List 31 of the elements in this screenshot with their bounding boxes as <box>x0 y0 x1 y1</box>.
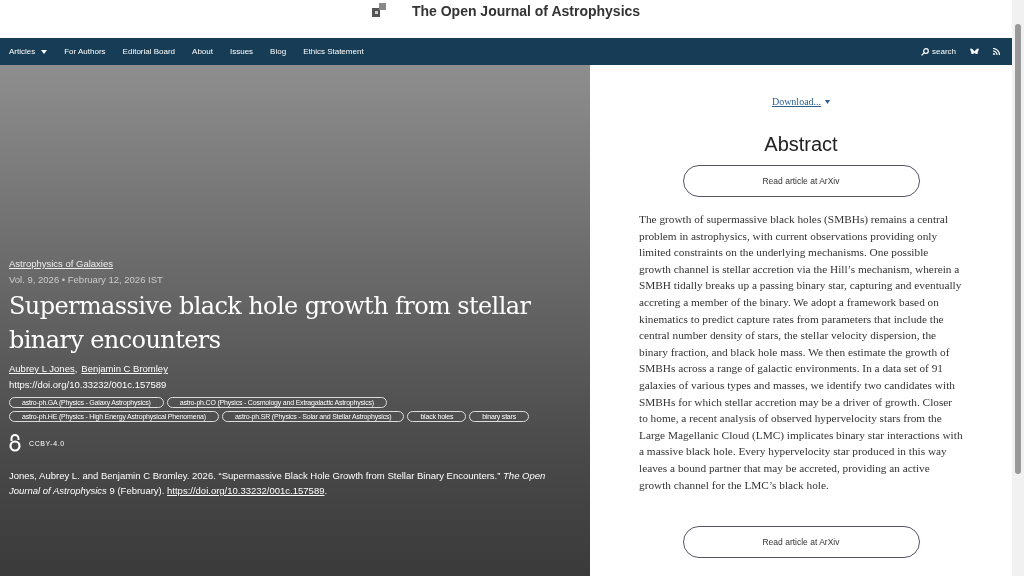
author-separator: , <box>74 363 78 374</box>
logo-icon[interactable] <box>371 3 386 19</box>
nav-link[interactable]: Editorial Board <box>122 47 176 56</box>
caret-icon <box>41 49 48 54</box>
nav-link[interactable]: Articles <box>9 47 48 56</box>
doi-text: https://doi.org/10.33232/001c.157589 <box>9 379 167 390</box>
scrollbar[interactable] <box>1012 0 1024 576</box>
author-link[interactable]: Aubrey L Jones <box>9 363 75 374</box>
section-link[interactable]: Astrophysics of Galaxies <box>9 258 113 269</box>
abstract-heading: Abstract <box>764 133 838 156</box>
arxiv-button[interactable]: Read article at ArXiv <box>682 526 920 559</box>
site-title[interactable]: The Open Journal of Astrophysics <box>411 3 641 19</box>
nav-link[interactable]: Ethics Statement <box>303 47 364 56</box>
nav-link[interactable]: For Authors <box>64 47 106 56</box>
butterfly-icon[interactable] <box>970 47 979 56</box>
caret-icon <box>825 99 831 104</box>
nav-link[interactable]: About <box>192 47 213 56</box>
nav-link[interactable]: Issues <box>230 47 254 56</box>
article-meta: Vol. 9, 2026 • February 12, 2026 IST <box>9 274 163 285</box>
open-access-icon <box>9 434 21 452</box>
search-link[interactable]: search <box>921 47 956 56</box>
author-link[interactable]: Benjamin C Bromley <box>81 363 168 374</box>
article-title: Supermassive black hole growth from stellar binary encounters <box>9 291 532 356</box>
rss-icon[interactable] <box>993 48 1000 55</box>
arxiv-button[interactable]: Read article at ArXiv <box>682 165 920 197</box>
citation-text: Jones, Aubrey L. and Benjamin C Bromley. 2026. “Supermassive Black Hole Growth from Stellar Binary Encounters.” The Open Journal of Astrophysics 9 (February). https://doi.org/10.33232/001c.157589. <box>9 469 547 498</box>
nav-link[interactable]: Blog <box>270 47 287 56</box>
download-link[interactable]: Download... <box>771 96 831 107</box>
abstract-text: The growth of supermassive black holes (SMBHs) remains a central problem in astrophysics, with current observations providing only limited constraints on the underlying mechanisms. One possible growth channel is stellar accretion via the Hill’s mechanism, wherein a SMBH tidally breaks up a passing binary star, capturing and eventually accreting a member of the binary. We adopt a framework based on kinematics to predict capture rates from parameters that include the central number density of stars, the stellar velocity dispersion, the binary fraction, and black hole mass. We then estimate the growth of SMBHs across a range of galactic environments. In a data set of 91 galaxies of various types and masses, we identify two candidates with SMBHs for which stellar accretion may be a driver of growth. Closer to home, a recent analysis of observed hypervelocity stars from the Large Magellanic Cloud (LMC) implicates binary star interactions with a massive black hole. Every hypervelocity star produced in this way leaves a bound partner that may be accreted, providing an active growth channel for the LMC’s black hole. <box>639 212 963 493</box>
scrollbar-thumb[interactable] <box>1015 24 1021 474</box>
search-icon <box>921 47 929 56</box>
